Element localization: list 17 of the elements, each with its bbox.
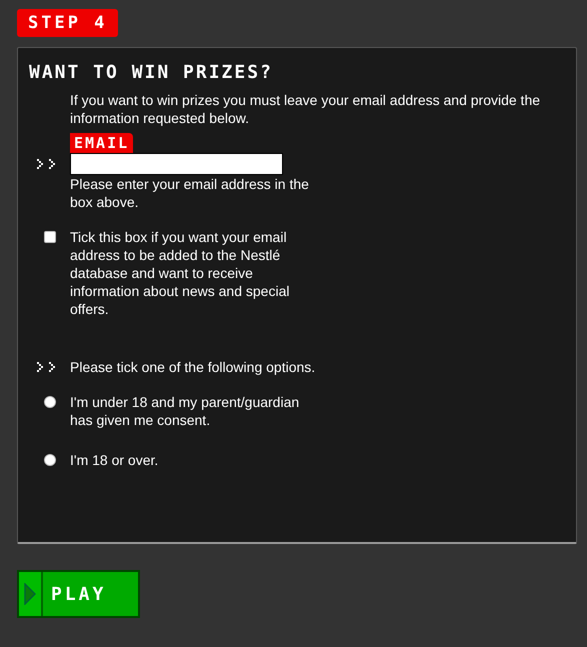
play-icon bbox=[24, 583, 36, 605]
step-badge: STEP 4 bbox=[17, 9, 118, 37]
section-heading: WANT TO WIN PRIZES? bbox=[29, 62, 274, 83]
double-chevron-icon bbox=[36, 158, 58, 170]
age-option-label: I'm under 18 and my parent/guardian has given me consent. bbox=[70, 393, 300, 429]
newsletter-checkbox[interactable] bbox=[44, 231, 56, 243]
play-button[interactable]: PLAY bbox=[17, 570, 140, 618]
email-label: EMAIL bbox=[70, 133, 134, 153]
age-radio-button[interactable] bbox=[44, 454, 56, 466]
email-hint-text: Please enter your email address in the box above. bbox=[70, 175, 310, 211]
age-radio-button[interactable] bbox=[44, 396, 56, 408]
email-input-field[interactable] bbox=[70, 153, 283, 175]
options-prompt: Please tick one of the following options. bbox=[70, 358, 316, 376]
double-chevron-icon bbox=[36, 361, 58, 373]
intro-text: If you want to win prizes you must leave your email address and provide the information requested below. bbox=[70, 91, 542, 127]
newsletter-label: Tick this box if you want your email address to be added to the Nestlé database and want to receive information about news and special offers. bbox=[70, 228, 290, 318]
age-option-label: I'm 18 or over. bbox=[70, 451, 160, 469]
